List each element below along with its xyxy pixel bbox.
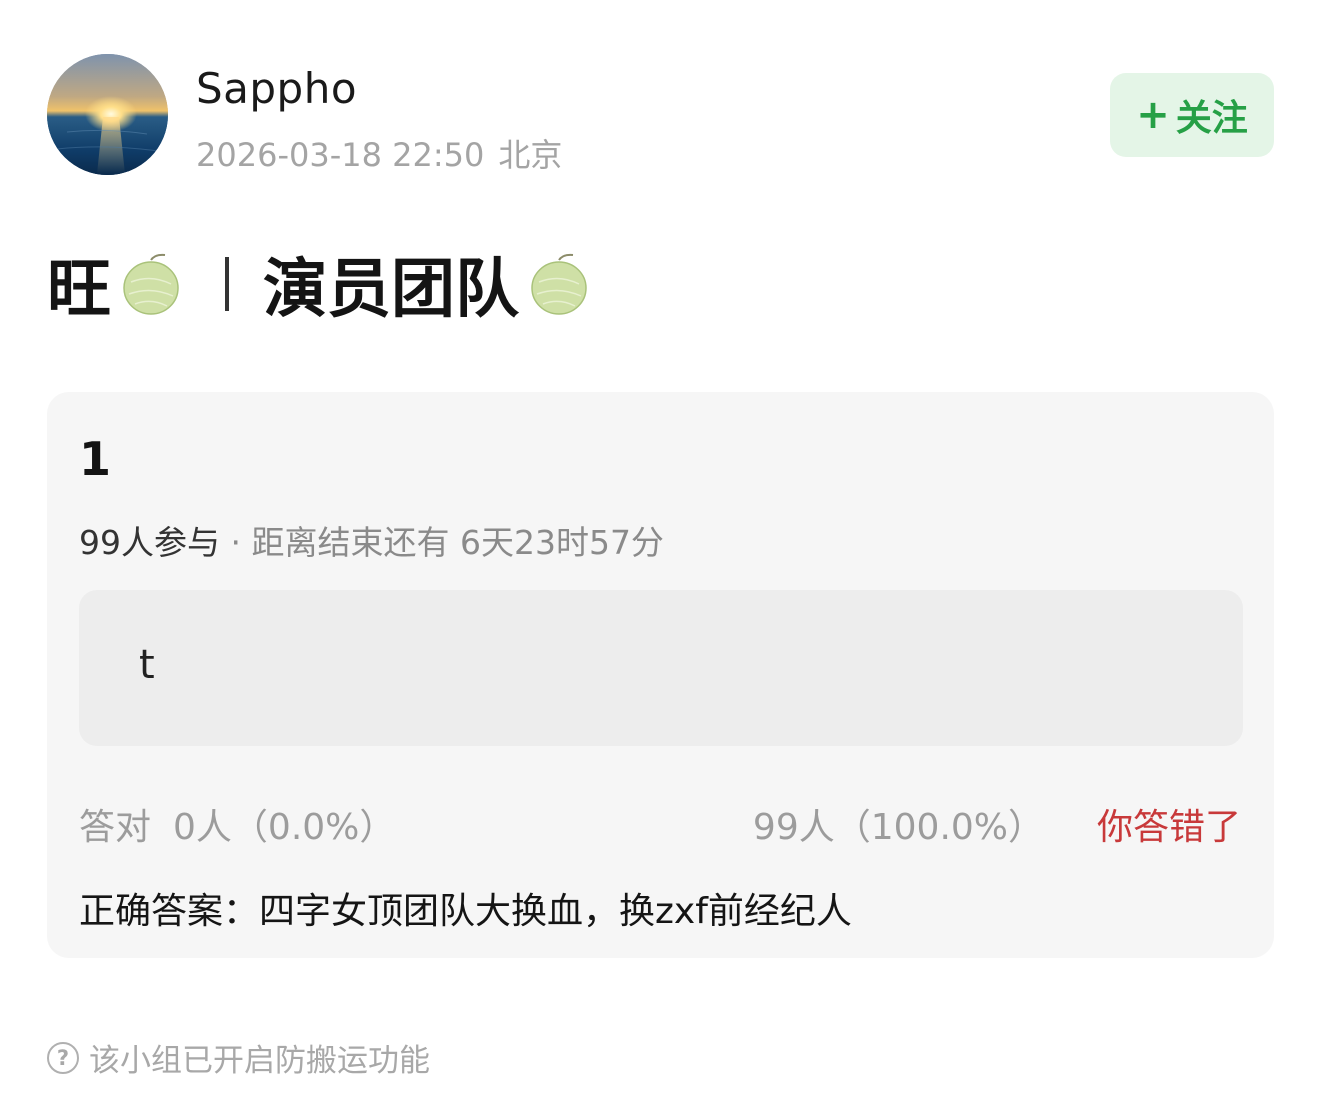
post-page: Sappho 2026-03-18 22:50 北京 + 关注 旺 演员团队 1 … [0,0,1320,1119]
author-name[interactable]: Sappho [196,64,357,113]
help-icon[interactable]: ? [47,1041,79,1074]
plus-icon: + [1136,92,1170,138]
notice-text: 该小组已开启防搬运功能 [89,1043,430,1079]
quiz-stats: 99人参与 · 距离结束还有 6天23时57分 [79,516,664,564]
wrong-count: 99人（100.0%） [752,807,1044,848]
post-datetime: 2026-03-18 22:50 [196,136,485,174]
correct-stats: 答对 0人（0.0%） [79,798,395,850]
correct-count: 0人（0.0%） [173,807,396,848]
wrong-result-label: 你答错了 [1096,807,1241,848]
anti-repost-notice: ? 该小组已开启防搬运功能 [47,1035,430,1080]
quiz-number: 1 [79,432,112,486]
correct-label: 答对 [79,807,152,848]
quiz-card: 1 99人参与 · 距离结束还有 6天23时57分 t 答对 0人（0.0%） 9… [47,392,1274,958]
option-text: t [139,642,155,688]
time-remaining: · 距离结束还有 6天23时57分 [220,523,664,562]
sunset-avatar-image [47,54,168,175]
participant-count: 99人参与 [79,523,220,562]
post-meta: 2026-03-18 22:50 北京 [196,130,562,176]
post-title: 旺 演员团队 [47,246,589,327]
follow-label: 关注 [1175,98,1248,139]
follow-button[interactable]: + 关注 [1110,73,1274,157]
title-separator [225,257,229,311]
post-location: 北京 [498,136,563,174]
avatar[interactable] [47,54,168,175]
melon-icon [531,253,587,315]
correct-answer: 正确答案：四字女顶团队大换血，换zxf前经纪人 [79,891,852,932]
melon-icon [123,253,179,315]
title-part-2: 演员团队 [263,253,519,327]
quiz-option[interactable]: t [79,590,1243,746]
title-part-1: 旺 [47,253,111,327]
